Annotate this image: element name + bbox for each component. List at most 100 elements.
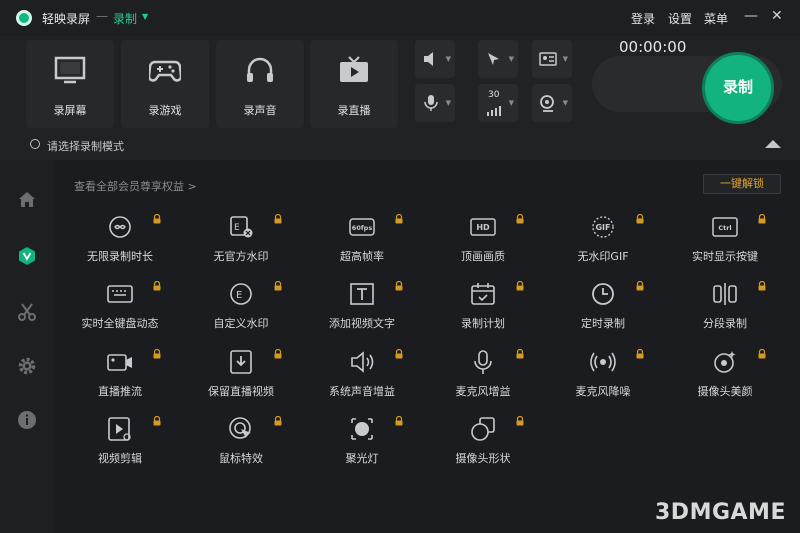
record-button[interactable]: 录制 [702,52,774,124]
feature-item[interactable]: 鼠标特效 [181,416,301,472]
lock-icon [153,214,161,224]
sidebar-item-home[interactable] [17,190,37,210]
chevron-down-icon: ▼ [508,55,514,63]
lock-icon [395,214,403,224]
record-live-label: 录直播 [337,104,371,117]
record-game-button[interactable]: 录游戏 [121,40,209,128]
title-bar: 轻映录屏 — 录制 ▼ 登录 设置 菜单 — ✕ [0,0,800,36]
mode-dropdown[interactable]: 录制 [113,10,137,27]
sidebar-item-edit[interactable] [17,302,37,322]
live-camera-icon [107,354,132,371]
settings-link[interactable]: 设置 [668,10,692,27]
webcam-button[interactable]: ▼ [532,84,572,122]
keyboard-icon [107,285,133,303]
feature-item[interactable]: 添加视频文字 [302,281,422,337]
lock-icon [636,349,644,359]
feature-item[interactable]: GIF 无水印GIF [543,214,663,270]
feature-label: 鼠标特效 [219,452,263,465]
feature-item[interactable]: 麦克风增益 [423,349,543,405]
feature-item[interactable]: 实时全键盘动态 [60,281,180,337]
feature-item[interactable]: 分段录制 [665,281,785,337]
gear-icon [18,357,36,375]
lock-icon [274,416,282,426]
feature-item[interactable]: 系统声音增益 [302,349,422,405]
camera-shape-icon [471,417,495,441]
feature-label: 实时全键盘动态 [81,317,159,330]
lock-icon [395,349,403,359]
chevron-down-icon[interactable]: ▼ [142,12,148,21]
record-live-button[interactable]: 录直播 [310,40,398,128]
chevron-down-icon: ▼ [562,99,568,107]
record-audio-button[interactable]: 录声音 [216,40,304,128]
feature-item[interactable]: 直播推流 [60,349,180,405]
feature-item[interactable]: HD 顶画画质 [423,214,543,270]
lock-icon [516,416,524,426]
feature-item[interactable]: 无限录制时长 [60,214,180,270]
lock-icon [153,349,161,359]
watermark-button[interactable]: ▼ [532,40,572,78]
microphone-button[interactable]: ▼ [415,84,455,122]
system-audio-button[interactable]: ▼ [415,40,455,78]
app-title: 轻映录屏 [42,12,91,26]
lock-icon [636,281,644,291]
login-link[interactable]: 登录 [631,10,655,27]
no-watermark-icon: E [230,216,253,238]
cursor-effect-icon [229,417,251,439]
target-icon [30,139,40,149]
icon-badge-text: Ctrl [718,224,731,232]
menu-link[interactable]: 菜单 [704,10,728,27]
feature-item[interactable]: 摄像头美颜 [665,349,785,405]
feature-item[interactable]: 聚光灯 [302,416,422,472]
feature-label: 自定义水印 [213,317,269,330]
sidebar [0,160,54,533]
lock-icon [516,349,524,359]
feature-item[interactable]: E 自定义水印 [181,281,301,337]
feature-label: 超高帧率 [340,250,384,263]
icon-badge-text: HD [476,223,490,232]
gamepad-icon [149,60,181,82]
feature-label: 直播推流 [98,385,142,398]
feature-item[interactable]: 麦克风降噪 [543,349,663,405]
feature-item[interactable]: 摄像头形状 [423,416,543,472]
minimize-button[interactable]: — [744,8,758,24]
feature-label: 麦克风降噪 [575,385,631,398]
record-screen-button[interactable]: 录屏幕 [26,40,114,128]
feature-item[interactable]: E 无官方水印 [181,214,301,270]
feature-label: 添加视频文字 [329,317,395,330]
feature-label: 无官方水印 [213,250,269,263]
chevron-down-icon: ▼ [508,99,514,107]
lock-icon [758,214,766,224]
collapse-toolbar-button[interactable] [765,140,781,148]
feature-item[interactable]: 60fps 超高帧率 [302,214,422,270]
feature-item[interactable]: 录制计划 [423,281,543,337]
sidebar-item-vip[interactable] [17,246,37,266]
screen-icon [54,56,86,84]
lock-icon [395,281,403,291]
info-icon [18,411,36,429]
close-button[interactable]: ✕ [771,8,783,24]
feature-label: 摄像头美颜 [697,385,753,398]
chevron-down-icon: ▼ [562,55,568,63]
noise-reduction-icon [590,352,616,372]
cursor-icon [488,53,499,65]
feature-label: 视频剪辑 [98,452,142,465]
headphones-icon [247,57,273,82]
feature-item[interactable]: 视频剪辑 [60,416,180,472]
cursor-button[interactable]: ▼ [478,40,518,78]
video-edit-icon [108,417,131,441]
unlock-all-button[interactable]: 一键解锁 [703,174,781,194]
beauty-camera-icon [714,351,736,373]
feature-item[interactable]: 保留直播视频 [181,349,301,405]
fps-button[interactable]: 30 ▼ [478,84,518,122]
sidebar-item-settings[interactable] [17,356,37,376]
lock-icon [153,416,161,426]
feature-item[interactable]: Ctrl 实时显示按键 [665,214,785,270]
sidebar-item-about[interactable] [17,410,37,430]
download-video-icon [230,350,252,374]
feature-item[interactable]: 定时录制 [543,281,663,337]
lock-icon [153,281,161,291]
chevron-down-icon: ▼ [445,99,451,107]
scissors-icon [18,303,36,321]
feature-label: 无水印GIF [577,250,629,263]
privilege-link[interactable]: 查看全部会员尊享权益 > [74,178,197,194]
